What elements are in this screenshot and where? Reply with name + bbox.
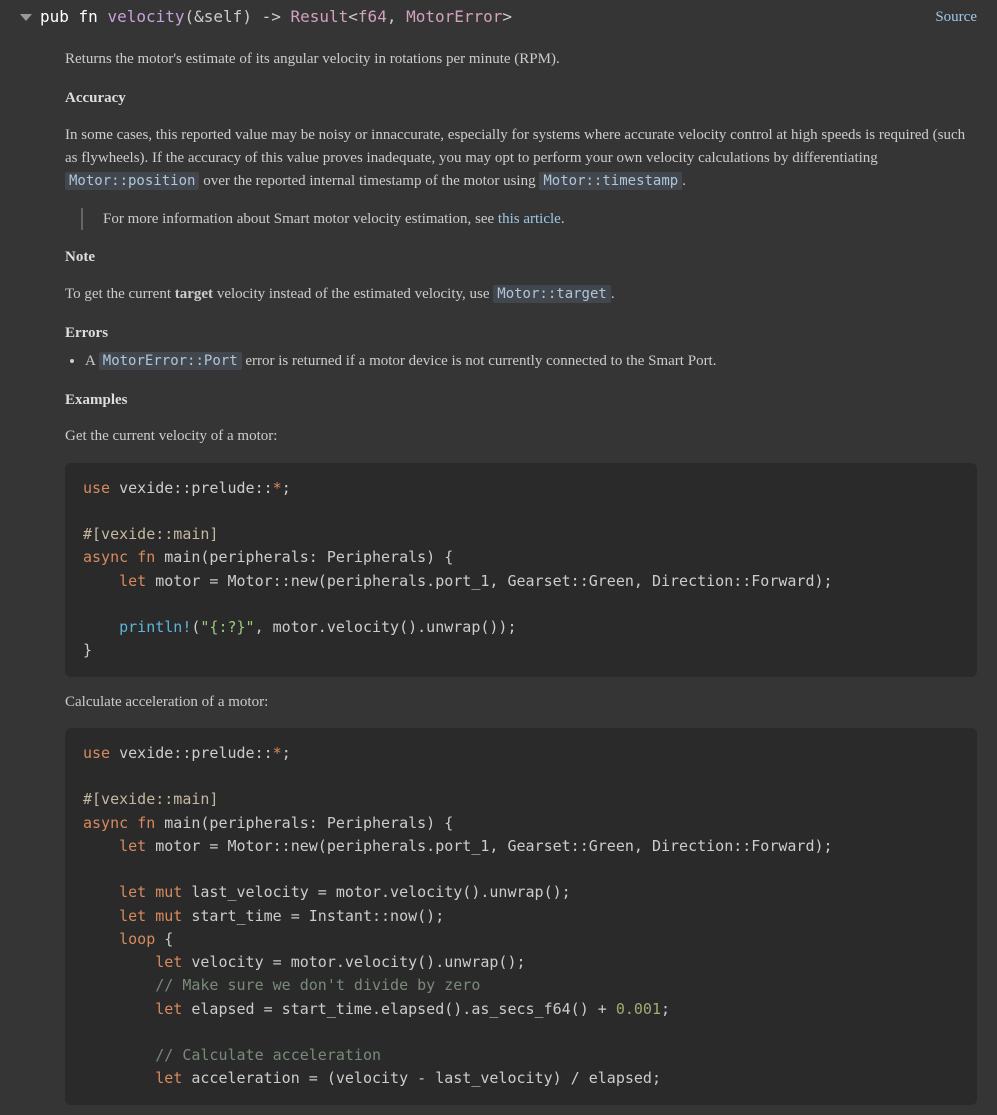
code-string: "{:?}" <box>200 618 254 636</box>
code-text: vexide::prelude:: <box>119 479 273 497</box>
code-text: last_velocity = motor.velocity().unwrap(… <box>191 883 570 901</box>
code-text: acceleration = (velocity - last_velocity… <box>191 1069 661 1087</box>
angle-close: > <box>502 7 512 26</box>
code-text: vexide::prelude:: <box>119 744 273 762</box>
note-heading: Note <box>65 246 977 269</box>
doc-intro: Returns the motor's estimate of its angu… <box>65 48 977 71</box>
accuracy-text-a: In some cases, this reported value may b… <box>65 127 965 166</box>
kw-fn: fn <box>79 7 98 26</box>
errors-text-a: A <box>85 353 99 369</box>
code-indent <box>83 883 119 901</box>
code-star: * <box>273 479 282 497</box>
example1-intro: Get the current velocity of a motor: <box>65 425 977 448</box>
code-attr: #[vexide::main] <box>83 525 218 543</box>
code-indent <box>83 1046 155 1064</box>
motor-position-link[interactable]: Motor::position <box>65 172 199 190</box>
accuracy-text-b: over the reported internal timestamp of … <box>199 173 539 189</box>
motor-error-type-link[interactable]: MotorError <box>406 7 502 26</box>
code-macro: println! <box>119 618 191 636</box>
code-kw: let <box>119 907 155 925</box>
blockquote-text-a: For more information about Smart motor v… <box>103 211 498 227</box>
example2-intro: Calculate acceleration of a motor: <box>65 691 977 714</box>
code-kw: async <box>83 814 137 832</box>
code-indent <box>83 907 119 925</box>
code-kw: use <box>83 744 119 762</box>
code-text: main(peripherals: Peripherals) { <box>164 548 453 566</box>
code-text: motor = Motor::new(peripherals.port_1, G… <box>155 572 832 590</box>
code-kw: let <box>119 837 155 855</box>
fn-signature: pub fn velocity(&self) -> Result<f64, Mo… <box>40 5 512 29</box>
code-text: velocity = motor.velocity().unwrap(); <box>191 953 525 971</box>
code-comment: // Make sure we don't divide by zero <box>155 976 480 994</box>
code-indent <box>83 953 155 971</box>
code-star: * <box>273 744 282 762</box>
collapse-icon[interactable] <box>20 14 32 21</box>
accuracy-text-c: . <box>682 173 686 189</box>
code-text: { <box>164 930 173 948</box>
errors-heading: Errors <box>65 322 977 345</box>
list-item: A MotorError::Port error is returned if … <box>85 350 977 373</box>
code-kw: let <box>155 1069 191 1087</box>
code-kw: loop <box>119 930 164 948</box>
code-number: 0.001 <box>616 1000 661 1018</box>
blockquote-text-b: . <box>561 211 565 227</box>
code-kw: mut <box>155 883 191 901</box>
note-text-b: velocity instead of the estimated veloci… <box>213 286 493 302</box>
accuracy-heading: Accuracy <box>65 87 977 110</box>
this-article-link[interactable]: this article <box>498 211 561 227</box>
code-text: start_time = Instant::now(); <box>191 907 444 925</box>
sig-params: (&self) -> <box>185 7 291 26</box>
code-comment: // Calculate acceleration <box>155 1046 381 1064</box>
code-kw: let <box>119 883 155 901</box>
code-indent <box>83 618 119 636</box>
code-indent <box>83 572 119 590</box>
code-example-2: use vexide::prelude::*; #[vexide::main] … <box>65 728 977 1105</box>
code-text: main(peripherals: Peripherals) { <box>164 814 453 832</box>
code-indent <box>83 1000 155 1018</box>
code-kw: fn <box>137 814 164 832</box>
code-text: elapsed = start_time.elapsed().as_secs_f… <box>191 1000 615 1018</box>
note-text-a: To get the current <box>65 286 175 302</box>
code-indent <box>83 976 155 994</box>
kw-pub: pub <box>40 7 69 26</box>
code-indent <box>83 837 119 855</box>
code-indent <box>83 930 119 948</box>
motor-timestamp-link[interactable]: Motor::timestamp <box>539 172 682 190</box>
code-text: motor = Motor::new(peripherals.port_1, G… <box>155 837 832 855</box>
code-text: ; <box>282 479 291 497</box>
note-text-c: . <box>611 286 615 302</box>
code-indent <box>83 1069 155 1087</box>
code-attr: #[vexide::main] <box>83 790 218 808</box>
code-text: } <box>83 641 92 659</box>
result-type-link[interactable]: Result <box>290 7 348 26</box>
source-link[interactable]: Source <box>935 6 977 29</box>
accuracy-para: In some cases, this reported value may b… <box>65 124 977 194</box>
fn-header: pub fn velocity(&self) -> Result<f64, Mo… <box>0 0 997 34</box>
motor-target-link[interactable]: Motor::target <box>493 285 611 303</box>
code-kw: let <box>119 572 155 590</box>
code-text: ; <box>661 1000 670 1018</box>
code-kw: mut <box>155 907 191 925</box>
code-kw: let <box>155 1000 191 1018</box>
errors-list: A MotorError::Port error is returned if … <box>85 350 977 373</box>
errors-text-b: error is returned if a motor device is n… <box>242 353 717 369</box>
angle-open: < <box>348 7 358 26</box>
examples-heading: Examples <box>65 389 977 412</box>
code-text: , motor.velocity().unwrap()); <box>255 618 517 636</box>
fn-header-left: pub fn velocity(&self) -> Result<f64, Mo… <box>20 5 512 29</box>
code-kw: let <box>155 953 191 971</box>
code-example-1: use vexide::prelude::*; #[vexide::main] … <box>65 463 977 677</box>
accuracy-blockquote: For more information about Smart motor v… <box>81 208 977 231</box>
note-bold-target: target <box>175 286 213 302</box>
code-kw: async <box>83 548 137 566</box>
fn-name[interactable]: velocity <box>107 7 184 26</box>
doc-block: Returns the motor's estimate of its angu… <box>0 48 997 1105</box>
f64-type-link[interactable]: f64 <box>358 7 387 26</box>
code-kw: fn <box>137 548 164 566</box>
note-para: To get the current target velocity inste… <box>65 283 977 306</box>
motor-error-port-link[interactable]: MotorError::Port <box>99 352 242 370</box>
comma-sep: , <box>387 7 406 26</box>
code-text: ; <box>282 744 291 762</box>
code-kw: use <box>83 479 119 497</box>
